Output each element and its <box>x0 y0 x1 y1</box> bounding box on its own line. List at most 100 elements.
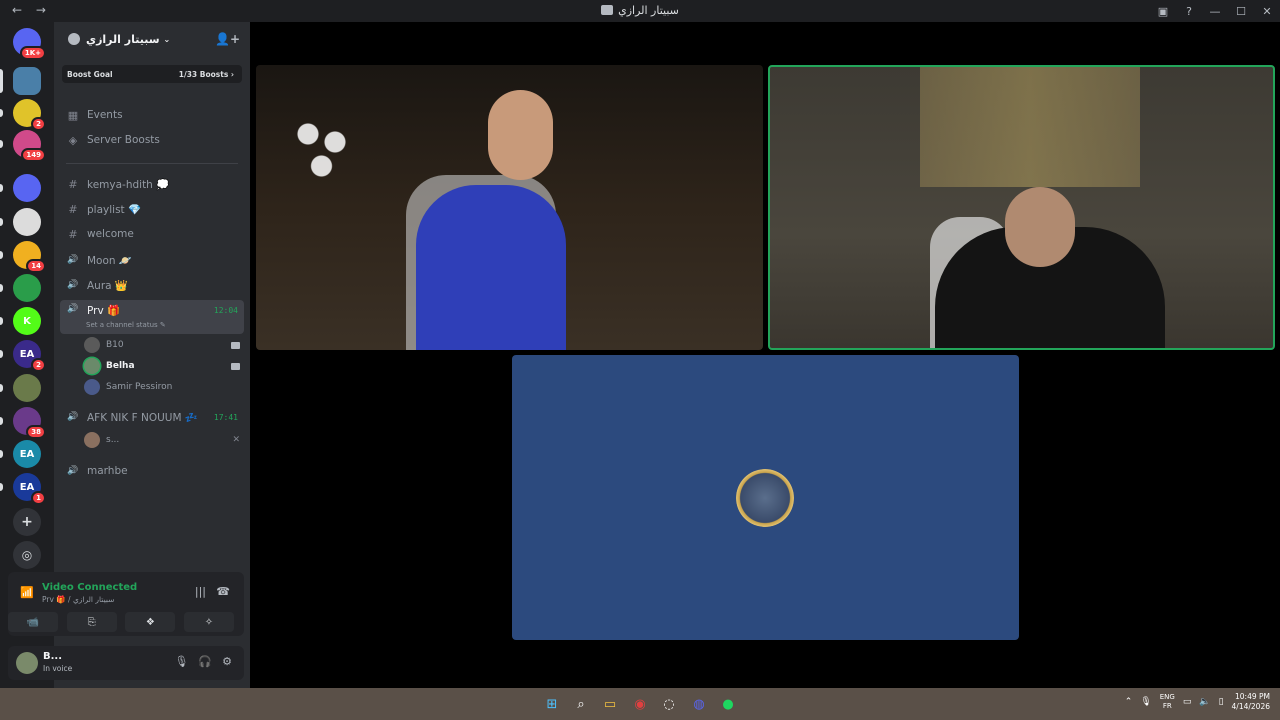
chevron-up-icon[interactable]: ⌃ <box>1125 697 1133 707</box>
clock[interactable]: 10:49 PM 4/14/2026 <box>1232 692 1270 712</box>
camera-icon <box>231 362 240 370</box>
app-icon[interactable]: ◌ <box>660 695 678 713</box>
unread-indicator <box>0 109 3 117</box>
nav-events[interactable]: ▦ Events <box>66 104 244 126</box>
hexagon-lights <box>281 110 371 190</box>
speaker-icon: 🔊 <box>67 304 79 314</box>
disconnect-icon[interactable]: ☎ <box>216 585 230 598</box>
username[interactable]: B... <box>43 651 62 662</box>
server-6-icon[interactable]: 38 <box>13 407 46 439</box>
discord-home-icon[interactable]: 1K+ <box>13 28 46 60</box>
camera-button[interactable]: 📹 <box>8 612 58 632</box>
video-tile-samir[interactable] <box>512 355 1019 640</box>
volume-icon[interactable]: 🔈 <box>1199 697 1210 707</box>
server-ea-3-icon[interactable]: EA 1 <box>13 473 46 505</box>
headphones-icon[interactable]: 🎧 <box>198 655 212 668</box>
channel-playlist[interactable]: # playlist 💎 <box>66 198 244 220</box>
channel-aura[interactable]: 🔊 Aura 👑 <box>66 274 244 296</box>
calendar-icon: ▦ <box>67 108 79 122</box>
chrome-icon[interactable]: ◉ <box>631 695 649 713</box>
windows-start-icon[interactable]: ⊞ <box>543 695 561 713</box>
taskbar: ⊞ ⌕ ▭ ◉ ◌ ◍ ● ⌃ 🎙 ENG FR ▭ 🔈 ▯ 10:49 PM 4/… <box>0 688 1280 720</box>
server-palestine-icon[interactable] <box>13 274 41 302</box>
voice-user[interactable]: Samir Pessiron <box>84 377 244 397</box>
server-2-icon[interactable]: 2 <box>13 99 46 131</box>
channel-marhbe[interactable]: 🔊 marhbe <box>66 460 244 482</box>
voice-channel-path[interactable]: Prv 🎁 / سبيتار الرازي <box>42 595 114 604</box>
window-title: سبيتار الرازي <box>0 4 1280 17</box>
deafened-icon: ✕ <box>232 435 240 445</box>
minimize-button[interactable]: — <box>1202 5 1228 18</box>
channel-afk[interactable]: 🔊 AFK NIK F NOUUM 💤 17:41 <box>66 406 244 428</box>
server-1-icon[interactable] <box>13 67 41 95</box>
inbox-icon[interactable]: ▣ <box>1150 5 1176 18</box>
avatar[interactable] <box>16 652 38 674</box>
spotify-icon[interactable]: ● <box>719 695 737 713</box>
server-3-icon[interactable]: 149 <box>13 130 46 162</box>
nav-server-boosts[interactable]: ◈ Server Boosts <box>66 129 244 151</box>
video-tile-belha[interactable] <box>768 65 1275 350</box>
language-indicator[interactable]: ENG FR <box>1160 693 1175 711</box>
channel-label: playlist 💎 <box>87 203 142 216</box>
user-status: In voice <box>43 664 73 673</box>
maximize-button[interactable]: ☐ <box>1228 5 1254 18</box>
voice-user[interactable]: s... ✕ <box>84 430 244 450</box>
unread-indicator <box>0 184 3 192</box>
voice-status[interactable]: Video Connected <box>42 582 137 593</box>
invite-icon[interactable]: 👤+ <box>215 32 240 46</box>
channel-moon[interactable]: 🔊 Moon 🪐 <box>66 249 244 271</box>
channel-kemya-hdith[interactable]: # kemya-hdith 💭 <box>66 173 244 195</box>
server-settings-icon <box>68 33 80 45</box>
unread-indicator <box>0 317 3 325</box>
unread-indicator <box>0 69 3 93</box>
server-zven-icon[interactable] <box>13 208 41 236</box>
screen-share-button[interactable]: ⎘ <box>66 612 117 632</box>
discover-icon[interactable]: ◎ <box>13 541 41 569</box>
boost-count: 1/33 Boosts › <box>178 69 234 79</box>
folder-icon[interactable] <box>13 174 41 202</box>
soundboard-button[interactable]: ✧ <box>183 612 234 632</box>
nav-boosts-label: Server Boosts <box>87 134 160 146</box>
unread-indicator <box>0 417 3 425</box>
channel-timer: 17:41 <box>213 412 238 422</box>
server-header[interactable]: سبيتار الرازي ⌄ 👤+ <box>54 22 250 56</box>
notification-badge: 1 <box>31 491 46 505</box>
server-ea-1-icon[interactable]: EA 2 <box>13 340 46 372</box>
microphone-icon[interactable]: 🎙 <box>174 655 188 668</box>
server-5-icon[interactable] <box>13 374 41 402</box>
microphone-tray-icon[interactable]: 🎙 <box>1140 697 1151 707</box>
server-4-icon[interactable]: 14 <box>13 241 46 273</box>
unread-indicator <box>0 384 3 392</box>
noise-suppression-icon[interactable]: ||| <box>195 585 206 598</box>
channel-status[interactable]: Set a channel status ✎ <box>86 321 166 329</box>
window-title-text: سبيتار الرازي <box>618 4 679 17</box>
unread-indicator <box>0 284 3 292</box>
server-kick-icon[interactable]: K <box>13 307 41 335</box>
battery-icon[interactable]: ▯ <box>1219 697 1224 707</box>
discord-taskbar-icon[interactable]: ◍ <box>690 695 708 713</box>
settings-gear-icon[interactable]: ⚙ <box>222 655 232 668</box>
help-icon[interactable]: ? <box>1176 5 1202 18</box>
notification-badge: 14 <box>26 259 46 273</box>
channel-welcome[interactable]: # welcome <box>66 223 244 245</box>
video-tile-b10[interactable] <box>256 65 763 350</box>
voice-user[interactable]: Belha <box>84 356 244 376</box>
avatar <box>736 469 794 527</box>
boost-goal-bar[interactable]: Boost Goal 1/33 Boosts › <box>62 65 242 83</box>
signal-icon[interactable]: 📶 <box>20 586 34 599</box>
server-ea-2-icon[interactable]: EA <box>13 440 41 468</box>
file-explorer-icon[interactable]: ▭ <box>601 695 619 713</box>
close-button[interactable]: ✕ <box>1254 5 1280 18</box>
add-server-icon[interactable]: + <box>13 508 41 536</box>
channel-label: kemya-hdith 💭 <box>87 178 170 191</box>
head <box>488 90 553 180</box>
user-panel: B... In voice 🎙 🎧 ⚙ <box>8 646 244 680</box>
camera-icon <box>231 341 240 349</box>
speaker-icon: 🔊 <box>67 412 79 422</box>
channel-label: welcome <box>87 228 134 240</box>
activities-button[interactable]: ❖ <box>125 612 176 632</box>
server-name: سبيتار الرازي <box>86 32 160 46</box>
search-icon[interactable]: ⌕ <box>572 695 590 713</box>
voice-user[interactable]: B10 <box>84 335 244 355</box>
network-icon[interactable]: ▭ <box>1183 697 1192 707</box>
